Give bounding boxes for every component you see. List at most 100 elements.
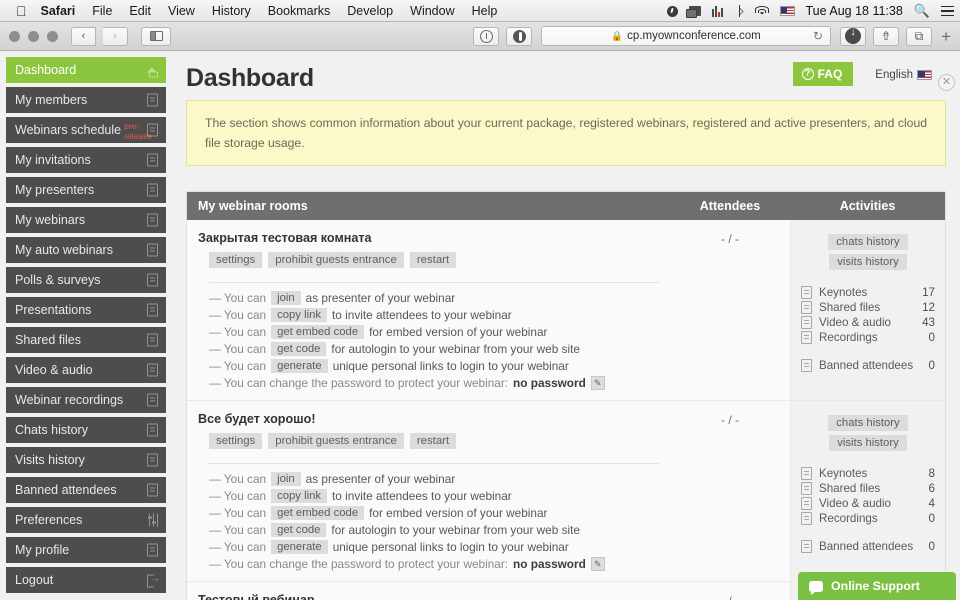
generate-button[interactable]: generate	[271, 540, 328, 555]
sidebar-item-my-invitations[interactable]: My invitations	[6, 147, 166, 173]
online-support-label: Online Support	[831, 579, 920, 593]
bluetooth-icon[interactable]	[735, 5, 744, 17]
online-support-widget[interactable]: Online Support	[798, 572, 956, 600]
menu-item-view[interactable]: View	[168, 4, 195, 18]
menu-item-file[interactable]: File	[92, 4, 112, 18]
menu-item-develop[interactable]: Develop	[347, 4, 393, 18]
sidebar-item-label: Webinar recordings	[15, 393, 124, 407]
chats-history-button[interactable]: chats history	[828, 415, 908, 432]
equalizer-icon[interactable]	[711, 5, 724, 17]
sidebar-item-my-auto-webinars[interactable]: My auto webinars	[6, 237, 166, 263]
room-stats: Keynotes 17 Shared files 12 Video & audi…	[801, 286, 935, 373]
settings-button[interactable]: settings	[209, 252, 263, 269]
wifi-icon[interactable]	[754, 5, 769, 17]
sidebar-item-polls-surveys[interactable]: Polls & surveys	[6, 267, 166, 293]
language-selector[interactable]: English	[875, 69, 932, 81]
chats-history-button[interactable]: chats history	[828, 234, 908, 251]
sidebar-item-chats-history[interactable]: Chats history	[6, 417, 166, 443]
room-attendees: - / -	[670, 582, 790, 600]
menu-item-edit[interactable]: Edit	[129, 4, 151, 18]
us-flag-icon[interactable]	[779, 6, 795, 16]
password-row: — You can change the password to protect…	[209, 376, 659, 391]
copy-link-button[interactable]: copy link	[271, 489, 328, 504]
show-sidebar-button[interactable]	[141, 26, 171, 46]
files-icon	[801, 482, 813, 496]
join-button[interactable]: join	[271, 472, 301, 487]
capability-suffix: as presenter of your webinar	[305, 291, 456, 306]
dropbox-icon[interactable]	[666, 5, 678, 17]
copy-link-button[interactable]: copy link	[271, 308, 328, 323]
notification-center-icon[interactable]	[941, 5, 954, 17]
minimize-window-button[interactable]	[28, 30, 39, 42]
close-icon[interactable]: ✕	[938, 74, 955, 91]
prohibit-guests-entrance-button[interactable]: prohibit guests entrance	[268, 433, 404, 450]
show-all-tabs-button[interactable]: ⧉	[906, 26, 933, 46]
privacy-shield-button[interactable]	[506, 26, 533, 46]
generate-button[interactable]: generate	[271, 359, 328, 374]
list-item: — You can copy link to invite attendees …	[209, 308, 659, 323]
menu-item-bookmarks[interactable]: Bookmarks	[268, 4, 331, 18]
sidebar-item-my-profile[interactable]: My profile	[6, 537, 166, 563]
downloads-button[interactable]	[840, 26, 867, 46]
sidebar-item-dashboard[interactable]: Dashboard	[6, 57, 166, 83]
edit-pencil-icon[interactable]: ✎	[590, 557, 605, 572]
apple-menu-icon[interactable]: 	[16, 4, 27, 18]
room-attendees: - / -	[721, 413, 739, 428]
visits-history-button[interactable]: visits history	[829, 254, 907, 271]
menu-item-history[interactable]: History	[212, 4, 251, 18]
faq-button[interactable]: ? FAQ	[792, 62, 854, 86]
sidebar-icon	[149, 31, 163, 41]
sidebar-item-shared-files[interactable]: Shared files	[6, 327, 166, 353]
sidebar-item-my-presenters[interactable]: My presenters	[6, 177, 166, 203]
share-button[interactable]: ⇮	[873, 26, 900, 46]
restart-button[interactable]: restart	[409, 433, 457, 450]
reload-button[interactable]: ↻	[813, 29, 823, 43]
list-item: — You can join as presenter of your webi…	[209, 291, 659, 306]
menu-item-safari[interactable]: Safari	[41, 4, 76, 18]
get-embed-code-button[interactable]: get embed code	[271, 325, 365, 340]
get-code-button[interactable]: get code	[271, 342, 327, 357]
sidebar-item-banned-attendees[interactable]: Banned attendees	[6, 477, 166, 503]
menu-item-help[interactable]: Help	[472, 4, 498, 18]
video-icon	[801, 316, 813, 330]
address-bar[interactable]: 🔒 cp.myownconference.com ↻	[541, 26, 832, 46]
recording-icon	[147, 393, 158, 407]
sidebar-item-video-audio[interactable]: Video & audio	[6, 357, 166, 383]
sidebar-item-my-members[interactable]: My members	[6, 87, 166, 113]
sidebar-item-my-webinars[interactable]: My webinars	[6, 207, 166, 233]
sidebar-item-webinars-schedule[interactable]: Webinars schedule pre-release	[6, 117, 166, 143]
get-code-button[interactable]: get code	[271, 523, 327, 538]
sidebar-item-label: Visits history	[15, 453, 85, 467]
share-icon: ⇮	[881, 29, 892, 43]
menu-item-window[interactable]: Window	[410, 4, 454, 18]
keynote-icon	[801, 467, 813, 481]
table-row: Все будет хорошо! settings prohibit gues…	[187, 401, 945, 583]
restart-button[interactable]: restart	[409, 252, 457, 269]
close-window-button[interactable]	[9, 30, 20, 42]
edit-pencil-icon[interactable]: ✎	[590, 376, 605, 391]
join-button[interactable]: join	[271, 291, 301, 306]
settings-button[interactable]: settings	[209, 433, 263, 450]
forward-button[interactable]: ›	[103, 26, 128, 46]
room-action-chips: settings prohibit guests entrance restar…	[198, 252, 659, 272]
room-capability-list: — You can join as presenter of your webi…	[198, 291, 659, 391]
get-embed-code-button[interactable]: get embed code	[271, 506, 365, 521]
reader-view-button[interactable]	[473, 26, 500, 46]
sidebar-item-preferences[interactable]: Preferences	[6, 507, 166, 533]
sidebar-item-logout[interactable]: Logout	[6, 567, 166, 593]
reader-icon	[479, 29, 493, 43]
stat-keynotes: Keynotes 17	[801, 286, 935, 300]
menu-bar-clock[interactable]: Tue Aug 18 11:38	[806, 4, 903, 18]
new-tab-button[interactable]: +	[939, 28, 951, 45]
sidebar-item-webinar-recordings[interactable]: Webinar recordings	[6, 387, 166, 413]
sidebar-item-presentations[interactable]: Presentations	[6, 297, 166, 323]
spotlight-search-icon[interactable]: 🔍	[914, 3, 930, 19]
list-item: — You can get code for autologin to your…	[209, 523, 659, 538]
sidebar-item-visits-history[interactable]: Visits history	[6, 447, 166, 473]
back-button[interactable]: ‹	[71, 26, 96, 46]
screen-sharing-icon[interactable]	[685, 6, 701, 18]
maximize-window-button[interactable]	[47, 30, 58, 42]
visits-history-button[interactable]: visits history	[829, 435, 907, 452]
prohibit-guests-entrance-button[interactable]: prohibit guests entrance	[268, 252, 404, 269]
room-details: Тестовый вебинар settings prohibit guest…	[187, 582, 670, 600]
